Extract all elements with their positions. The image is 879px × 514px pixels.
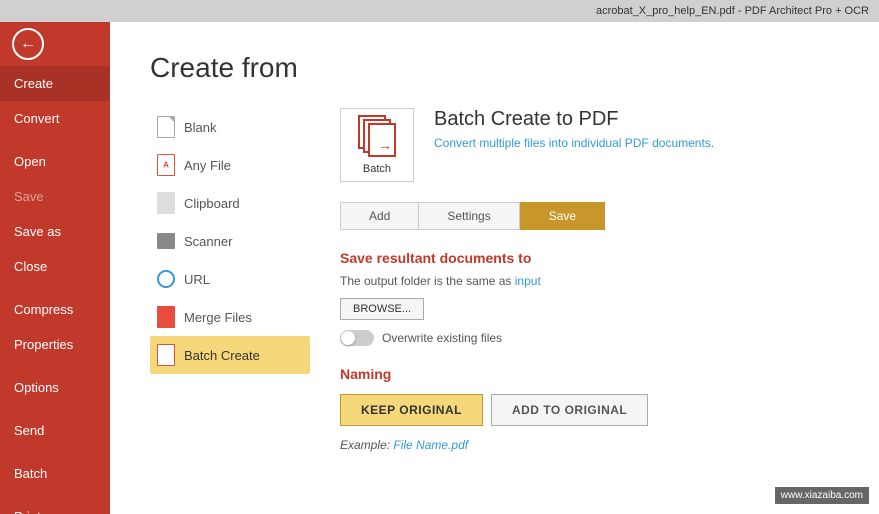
tab-bar: Add Settings Save (340, 202, 839, 230)
batch-card-text: Batch Create to PDF Convert multiple fil… (434, 108, 714, 150)
back-circle-icon: ← (12, 28, 44, 60)
detail-panel: → Batch Batch Create to PDF Convert mult… (340, 108, 839, 452)
url-icon (156, 267, 176, 291)
batch-create-icon (156, 343, 176, 367)
sidebar-item-convert[interactable]: Convert (0, 101, 110, 136)
title-bar-text: acrobat_X_pro_help_EN.pdf - PDF Architec… (596, 5, 869, 17)
overwrite-label: Overwrite existing files (382, 331, 502, 345)
batch-card-subtitle: Convert multiple files into individual P… (434, 136, 714, 150)
file-list-item-batch-create[interactable]: Batch Create (150, 336, 310, 374)
tab-add[interactable]: Add (340, 202, 418, 230)
app-container: ← Create Convert Open Save Save as Close… (0, 22, 879, 514)
file-list-item-merge[interactable]: Merge Files (150, 298, 310, 336)
file-list: Blank Any File Clipboard (150, 108, 310, 452)
sidebar-item-compress[interactable]: Compress (0, 292, 110, 327)
title-bar: acrobat_X_pro_help_EN.pdf - PDF Architec… (0, 0, 879, 22)
naming-buttons: KEEP ORIGINAL ADD TO ORIGINAL (340, 394, 839, 426)
batch-icon-box: → Batch (340, 108, 414, 182)
content-area: Create from Blank Any File (110, 22, 879, 514)
merge-icon (156, 305, 176, 329)
file-list-item-clipboard[interactable]: Clipboard (150, 184, 310, 222)
add-to-original-button[interactable]: ADD TO ORIGINAL (491, 394, 648, 426)
example-prefix: Example: (340, 438, 390, 452)
save-section-desc: The output folder is the same as input (340, 274, 839, 288)
batch-icon-label: Batch (363, 163, 391, 175)
sidebar-item-save-as[interactable]: Save as (0, 214, 110, 249)
sidebar-item-send[interactable]: Send (0, 413, 110, 448)
subtitle-text: Convert multiple files into individual P… (434, 136, 714, 150)
example-text: Example: File Name.pdf (340, 438, 839, 452)
sidebar-item-batch[interactable]: Batch (0, 456, 110, 491)
blank-icon (156, 115, 176, 139)
sidebar-item-properties[interactable]: Properties (0, 327, 110, 362)
save-desc-link: input (515, 274, 541, 288)
clipboard-icon (156, 191, 176, 215)
batch-card-title: Batch Create to PDF (434, 108, 714, 131)
file-list-item-blank[interactable]: Blank (150, 108, 310, 146)
file-list-item-scanner[interactable]: Scanner (150, 222, 310, 260)
batch-page-3: → (368, 123, 396, 157)
keep-original-button[interactable]: KEEP ORIGINAL (340, 394, 483, 426)
save-section-title: Save resultant documents to (340, 250, 839, 266)
back-button[interactable]: ← (8, 28, 48, 60)
naming-title: Naming (340, 366, 839, 382)
overwrite-toggle[interactable] (340, 330, 374, 346)
browse-button[interactable]: BROWSE... (340, 298, 424, 320)
sidebar-item-open[interactable]: Open (0, 144, 110, 179)
sidebar-item-save: Save (0, 179, 110, 214)
tab-settings[interactable]: Settings (418, 202, 519, 230)
save-desc-text: The output folder is the same as (340, 274, 515, 288)
example-filename: File Name.pdf (393, 438, 468, 452)
sidebar-item-close[interactable]: Close (0, 249, 110, 284)
sidebar-item-options[interactable]: Options (0, 370, 110, 405)
file-list-item-anyfile[interactable]: Any File (150, 146, 310, 184)
batch-icon-inner: → (358, 115, 396, 159)
tab-save[interactable]: Save (520, 202, 605, 230)
sidebar: ← Create Convert Open Save Save as Close… (0, 22, 110, 514)
file-list-item-url[interactable]: URL (150, 260, 310, 298)
toggle-row: Overwrite existing files (340, 330, 839, 346)
scanner-icon (156, 229, 176, 253)
anyfile-icon (156, 153, 176, 177)
sidebar-item-print[interactable]: Print (0, 499, 110, 514)
watermark: www.xiazaiba.com (775, 487, 869, 504)
page-title: Create from (150, 52, 839, 84)
batch-card: → Batch Batch Create to PDF Convert mult… (340, 108, 839, 182)
file-list-panel: Blank Any File Clipboard (150, 108, 839, 452)
sidebar-item-create[interactable]: Create (0, 66, 110, 101)
